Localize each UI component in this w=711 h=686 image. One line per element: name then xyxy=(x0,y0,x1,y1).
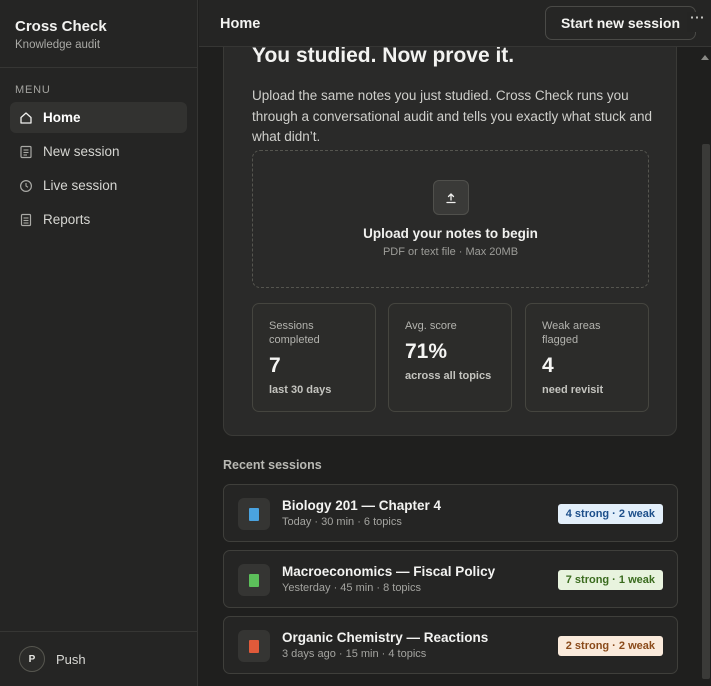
session-row[interactable]: Biology 201 — Chapter 4 Today · 30 min ·… xyxy=(223,484,678,542)
hero-description: Upload the same notes you just studied. … xyxy=(252,88,652,145)
session-title: Organic Chemistry — Reactions xyxy=(282,630,489,645)
book-icon xyxy=(238,498,270,530)
recent-sessions-heading: Recent sessions xyxy=(223,458,322,472)
user-profile[interactable]: P Push xyxy=(0,631,197,686)
avatar: P xyxy=(19,646,45,672)
stat-value: 7 xyxy=(269,354,281,377)
stat-card-sessions: Sessions completed 7 last 30 days xyxy=(252,303,376,412)
sidebar-item-label: Live session xyxy=(43,178,118,193)
upload-dropzone[interactable]: Upload your notes to begin PDF or text f… xyxy=(252,150,649,288)
stat-value: 71% xyxy=(405,340,448,363)
sidebar-item-label: Home xyxy=(43,110,81,125)
sidebar-item-reports[interactable]: Reports xyxy=(10,204,187,235)
stat-label: Weak areas flagged xyxy=(542,320,601,346)
sidebar: Cross Check Knowledge audit MENU Home Ne… xyxy=(0,0,198,686)
stat-label: Sessions completed xyxy=(269,320,320,346)
stat-sub: across all topics xyxy=(405,370,492,382)
status-badge: 4 strong · 2 weak xyxy=(557,504,663,524)
clock-icon xyxy=(19,179,33,193)
upload-title: Upload your notes to begin xyxy=(363,226,538,241)
sidebar-item-label: Reports xyxy=(43,212,91,227)
start-new-session-button[interactable]: Start new session xyxy=(545,6,696,40)
main-content: You studied. Now prove it. Upload the sa… xyxy=(199,47,711,686)
scroll-up-arrow-icon[interactable] xyxy=(701,55,709,60)
sidebar-nav: Home New session Live session Reports xyxy=(0,102,197,235)
document-icon xyxy=(19,145,33,159)
app-subtitle: Knowledge audit xyxy=(15,39,101,51)
status-badge: 2 strong · 2 weak xyxy=(557,636,663,656)
report-icon xyxy=(19,213,33,227)
session-row[interactable]: Macroeconomics — Fiscal Policy Yesterday… xyxy=(223,550,678,608)
scrollbar-thumb[interactable] xyxy=(702,144,710,679)
book-icon xyxy=(238,564,270,596)
home-icon xyxy=(19,111,33,125)
user-name: Push xyxy=(56,651,86,667)
brand: Cross Check Knowledge audit xyxy=(0,0,197,68)
session-meta: Today · 30 min · 6 topics xyxy=(282,516,402,528)
sidebar-item-home[interactable]: Home xyxy=(10,102,187,133)
app-title: Cross Check xyxy=(15,18,107,35)
session-title: Biology 201 — Chapter 4 xyxy=(282,498,442,513)
page-title: Home xyxy=(220,16,261,32)
stat-card-weak-areas: Weak areas flagged 4 need revisit xyxy=(525,303,649,412)
stat-card-avg-score: Avg. score 71% across all topics xyxy=(388,303,512,412)
session-title: Macroeconomics — Fiscal Policy xyxy=(282,564,496,579)
sidebar-item-live-session[interactable]: Live session xyxy=(10,170,187,201)
stat-sub: need revisit xyxy=(542,384,604,396)
session-row[interactable]: Organic Chemistry — Reactions 3 days ago… xyxy=(223,616,678,674)
hero-card: You studied. Now prove it. Upload the sa… xyxy=(223,47,677,436)
topbar: Home Start new session ⋯ xyxy=(199,0,711,47)
session-meta: 3 days ago · 15 min · 4 topics xyxy=(282,648,427,660)
book-icon xyxy=(238,630,270,662)
sidebar-item-label: New session xyxy=(43,144,120,159)
more-options-icon[interactable]: ⋯ xyxy=(687,10,707,32)
menu-label: MENU xyxy=(15,84,51,96)
stat-label: Avg. score xyxy=(405,320,457,332)
scrollbar[interactable] xyxy=(701,47,711,686)
status-badge: 7 strong · 1 weak xyxy=(557,570,663,590)
stat-sub: last 30 days xyxy=(269,384,332,396)
session-meta: Yesterday · 45 min · 8 topics xyxy=(282,582,421,594)
upload-icon[interactable] xyxy=(433,180,469,215)
upload-subtitle: PDF or text file · Max 20MB xyxy=(382,246,519,258)
hero-title: You studied. Now prove it. xyxy=(252,47,515,67)
sidebar-item-new-session[interactable]: New session xyxy=(10,136,187,167)
stat-value: 4 xyxy=(542,354,554,377)
